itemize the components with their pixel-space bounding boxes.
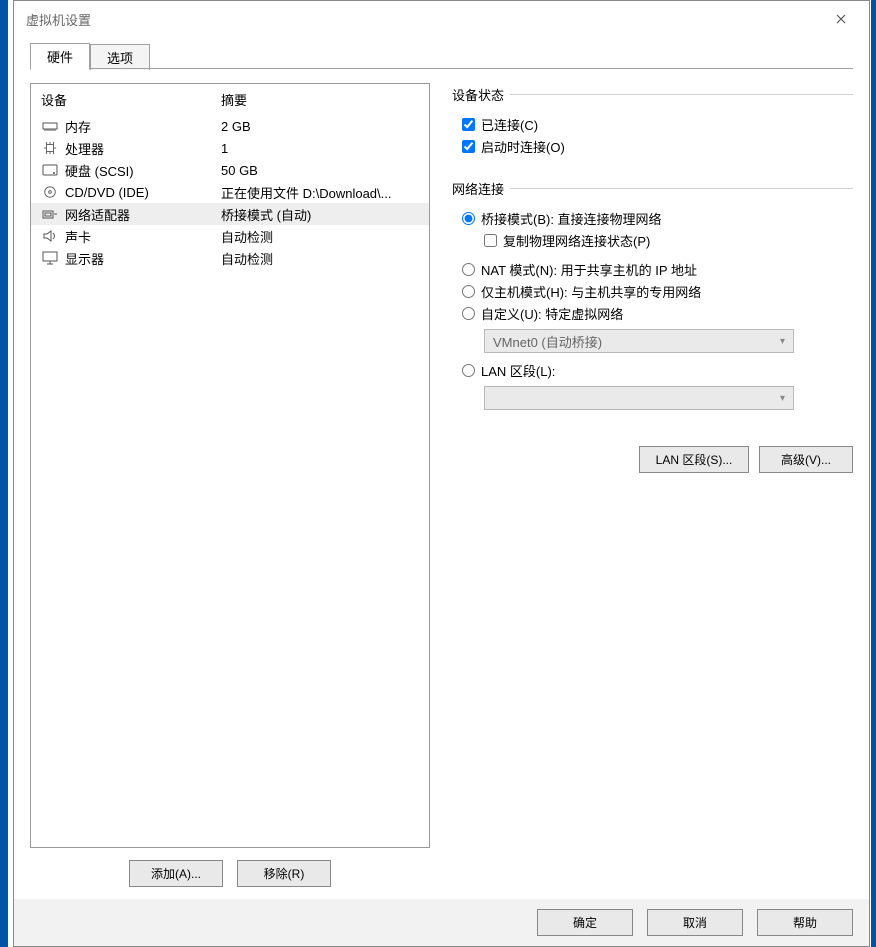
chevron-down-icon: ▾ — [780, 393, 785, 404]
poweron-checkbox-input[interactable] — [462, 140, 475, 153]
ok-button[interactable]: 确定 — [537, 909, 633, 936]
add-device-button[interactable]: 添加(A)... — [129, 860, 223, 887]
device-summary: 自动检测 — [221, 227, 419, 246]
tab-hardware[interactable]: 硬件 — [30, 43, 90, 70]
cd-icon — [41, 184, 59, 200]
display-icon — [41, 250, 59, 266]
radio-nat[interactable]: NAT 模式(N): 用于共享主机的 IP 地址 — [462, 260, 853, 279]
checkbox-replicate-state[interactable]: 复制物理网络连接状态(P) — [484, 231, 853, 250]
lan-radio-input[interactable] — [462, 364, 475, 377]
device-summary: 桥接模式 (自动) — [221, 205, 419, 224]
nat-radio-input[interactable] — [462, 263, 475, 276]
device-summary: 自动检测 — [221, 249, 419, 268]
connected-label: 已连接(C) — [481, 115, 538, 134]
dialog-body: 硬件 选项 设备 摘要 内存 2 GB — [14, 37, 869, 899]
group-title-device-state: 设备状态 — [452, 85, 504, 104]
device-row-network[interactable]: 网络适配器 桥接模式 (自动) — [31, 203, 429, 225]
chevron-down-icon: ▾ — [780, 336, 785, 347]
cpu-icon — [41, 140, 59, 156]
connected-checkbox-input[interactable] — [462, 118, 475, 131]
replicate-checkbox-input[interactable] — [484, 234, 497, 247]
device-name: 内存 — [65, 117, 221, 136]
device-pane: 设备 摘要 内存 2 GB 处理器 — [30, 83, 430, 887]
vm-settings-dialog: 虚拟机设置 硬件 选项 设备 摘要 — [13, 0, 870, 947]
lan-label: LAN 区段(L): — [481, 361, 555, 380]
device-buttons: 添加(A)... 移除(R) — [30, 848, 430, 887]
device-summary: 1 — [221, 141, 419, 156]
device-name: 显示器 — [65, 249, 221, 268]
cancel-button[interactable]: 取消 — [647, 909, 743, 936]
remove-device-button[interactable]: 移除(R) — [237, 860, 331, 887]
background-left-stripe — [0, 0, 8, 947]
device-row-memory[interactable]: 内存 2 GB — [31, 115, 429, 137]
device-summary: 正在使用文件 D:\Download\... — [221, 183, 419, 202]
device-row-disk[interactable]: 硬盘 (SCSI) 50 GB — [31, 159, 429, 181]
device-name: 网络适配器 — [65, 205, 221, 224]
device-summary: 50 GB — [221, 163, 419, 178]
radio-host-only[interactable]: 仅主机模式(H): 与主机共享的专用网络 — [462, 282, 853, 301]
window-title: 虚拟机设置 — [26, 10, 91, 29]
device-row-display[interactable]: 显示器 自动检测 — [31, 247, 429, 269]
custom-combo-value: VMnet0 (自动桥接) — [493, 332, 602, 351]
checkbox-connect-at-poweron[interactable]: 启动时连接(O) — [462, 137, 853, 156]
network-extra-buttons: LAN 区段(S)... 高级(V)... — [452, 446, 853, 473]
header-summary: 摘要 — [221, 90, 419, 109]
group-title-network: 网络连接 — [452, 179, 504, 198]
hostonly-label: 仅主机模式(H): 与主机共享的专用网络 — [481, 282, 701, 301]
advanced-button[interactable]: 高级(V)... — [759, 446, 853, 473]
radio-lan-segment[interactable]: LAN 区段(L): — [462, 361, 853, 380]
device-row-cdrom[interactable]: CD/DVD (IDE) 正在使用文件 D:\Download\... — [31, 181, 429, 203]
custom-vmnet-combo: VMnet0 (自动桥接) ▾ — [484, 329, 794, 353]
bridged-label: 桥接模式(B): 直接连接物理网络 — [481, 209, 662, 228]
disk-icon — [41, 162, 59, 178]
titlebar: 虚拟机设置 — [14, 1, 869, 37]
tab-bar: 硬件 选项 — [30, 43, 853, 69]
device-name: 硬盘 (SCSI) — [65, 161, 221, 180]
device-name: 处理器 — [65, 139, 221, 158]
checkbox-connected[interactable]: 已连接(C) — [462, 115, 853, 134]
tab-panel: 设备 摘要 内存 2 GB 处理器 — [30, 69, 853, 887]
radio-bridged[interactable]: 桥接模式(B): 直接连接物理网络 — [462, 209, 853, 228]
settings-pane: 设备状态 已连接(C) 启动时连接(O) — [452, 83, 853, 887]
bridged-radio-input[interactable] — [462, 212, 475, 225]
nat-label: NAT 模式(N): 用于共享主机的 IP 地址 — [481, 260, 697, 279]
device-list-header: 设备 摘要 — [31, 84, 429, 115]
device-row-sound[interactable]: 声卡 自动检测 — [31, 225, 429, 247]
poweron-label: 启动时连接(O) — [481, 137, 565, 156]
device-name: CD/DVD (IDE) — [65, 185, 221, 200]
device-name: 声卡 — [65, 227, 221, 246]
dialog-footer: 确定 取消 帮助 — [14, 899, 869, 946]
memory-icon — [41, 118, 59, 134]
device-list[interactable]: 设备 摘要 内存 2 GB 处理器 — [30, 83, 430, 848]
replicate-label: 复制物理网络连接状态(P) — [503, 231, 650, 250]
device-summary: 2 GB — [221, 119, 419, 134]
header-device: 设备 — [41, 90, 221, 109]
radio-custom[interactable]: 自定义(U): 特定虚拟网络 — [462, 304, 853, 323]
tab-options[interactable]: 选项 — [90, 44, 150, 70]
hostonly-radio-input[interactable] — [462, 285, 475, 298]
lan-segment-combo: ▾ — [484, 386, 794, 410]
lan-segments-button[interactable]: LAN 区段(S)... — [639, 446, 749, 473]
background-right-stripe — [871, 0, 876, 947]
device-row-cpu[interactable]: 处理器 1 — [31, 137, 429, 159]
help-button[interactable]: 帮助 — [757, 909, 853, 936]
device-state-group: 设备状态 已连接(C) 启动时连接(O) — [452, 85, 853, 159]
close-button[interactable] — [817, 5, 865, 33]
nic-icon — [41, 206, 59, 222]
custom-label: 自定义(U): 特定虚拟网络 — [481, 304, 623, 323]
custom-radio-input[interactable] — [462, 307, 475, 320]
sound-icon — [41, 228, 59, 244]
network-connection-group: 网络连接 桥接模式(B): 直接连接物理网络 复制物理网络连接状态(P) — [452, 179, 853, 418]
